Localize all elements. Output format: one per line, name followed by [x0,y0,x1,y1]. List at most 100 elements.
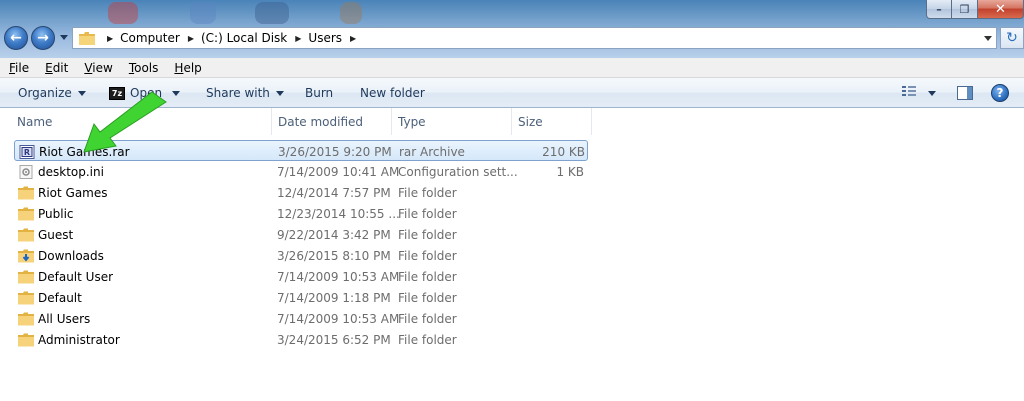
chevron-down-icon [172,90,181,96]
recent-pages-dropdown[interactable] [60,35,68,40]
file-row[interactable]: Public 12/23/2014 10:55 ... File folder [14,203,588,224]
file-type: File folder [398,185,457,200]
refresh-icon: ↻ [1006,30,1018,46]
menu-label: ile [15,60,30,75]
file-date-modified: 7/14/2009 10:53 AM [277,269,400,284]
breadcrumb-users[interactable]: Users [308,31,342,45]
address-history-dropdown[interactable] [984,36,992,41]
chevron-right-icon: ▶ [295,33,302,43]
file-type: Configuration sett... [398,164,518,179]
breadcrumb-computer[interactable]: Computer [120,31,180,45]
svg-text:R: R [24,148,30,157]
breadcrumb-item[interactable]: ▶ Computer [99,31,180,45]
file-name: Riot Games [38,185,108,200]
menu-view[interactable]: View [75,61,119,75]
file-size [518,329,584,350]
file-name: Administrator [38,332,120,347]
chevron-down-icon [275,90,284,96]
back-arrow-icon: ← [10,30,22,46]
view-options-icon[interactable] [902,86,916,98]
chevron-right-icon: ▶ [107,33,114,43]
folder-icon [18,333,34,347]
file-date-modified: 7/14/2009 1:18 PM [277,290,391,305]
file-size [518,182,584,203]
menu-edit[interactable]: Edit [36,61,75,75]
folder-icon [18,207,34,221]
file-type: File folder [398,248,457,263]
file-name-cell: Default [18,287,82,308]
maximize-button[interactable]: ❐ [952,0,978,19]
file-row[interactable]: desktop.ini 7/14/2009 10:41 AM Configurati… [14,161,588,182]
breadcrumb-item[interactable]: ▶ (C:) Local Disk [180,31,287,45]
chevron-down-icon[interactable] [928,91,936,96]
preview-pane-icon[interactable] [957,86,973,100]
maximize-icon: ❐ [959,2,970,16]
file-date-modified: 7/14/2009 10:41 AM [277,164,400,179]
file-name: Guest [38,227,74,242]
new-folder-button[interactable]: New folder [360,78,425,108]
menu-file[interactable]: File [0,61,36,75]
breadcrumb-item[interactable]: ▶ Users ▶ [287,31,363,45]
file-name: Downloads [38,248,104,263]
file-size [518,308,584,329]
file-name-cell: Riot Games [18,182,108,203]
file-row[interactable]: Guest 9/22/2014 3:42 PM File folder [14,224,588,245]
file-name-cell: Administrator [18,329,120,350]
window-controls: – ❐ ✕ [926,0,1024,19]
file-name: Public [38,206,74,221]
menu-tools[interactable]: Tools [120,61,166,75]
file-name-cell: Guest [18,224,73,245]
background-blur-icon [255,2,289,24]
file-date-modified: 7/14/2009 10:53 AM [277,311,400,326]
organize-button[interactable]: Organize [18,78,86,108]
column-header-type[interactable]: Type [392,108,512,135]
file-name: All Users [38,311,91,326]
file-type: File folder [398,206,457,221]
folder-icon [18,291,34,305]
file-size [518,245,584,266]
menu-label: dit [52,60,69,75]
minimize-button[interactable]: – [926,0,952,19]
file-date-modified: 12/4/2014 7:57 PM [277,185,391,200]
file-row[interactable]: All Users 7/14/2009 10:53 AM File folder [14,308,588,329]
file-type: File folder [398,332,457,347]
new-folder-label: New folder [360,86,425,100]
background-blur-icon [190,2,216,24]
breadcrumb-local-disk[interactable]: (C:) Local Disk [201,31,287,45]
file-row[interactable]: Administrator 3/24/2015 6:52 PM File folde… [14,329,588,350]
file-size: 1 KB [556,164,584,179]
close-button[interactable]: ✕ [978,0,1024,19]
downloads-folder-icon [18,249,34,263]
file-type: File folder [398,227,457,242]
share-with-label: Share with [206,86,270,100]
column-label: Date modified [278,114,364,129]
file-date-modified: 3/26/2015 8:10 PM [277,248,391,263]
file-row[interactable]: Default User 7/14/2009 10:53 AM File folde… [14,266,588,287]
share-with-button[interactable]: Share with [206,78,284,108]
column-header-size[interactable]: Size [512,108,592,135]
close-icon: ✕ [995,1,1006,17]
file-row[interactable]: Riot Games 12/4/2014 7:57 PM File folder [14,182,588,203]
file-row[interactable]: Downloads 3/26/2015 8:10 PM File folder [14,245,588,266]
column-header-date-modified[interactable]: Date modified [272,108,392,135]
file-size [518,224,584,245]
forward-button[interactable]: → [31,26,55,50]
folder-icon [18,270,34,284]
file-date-modified: 3/26/2015 9:20 PM [278,144,392,159]
minimize-icon: – [936,2,942,16]
help-icon[interactable]: ? [991,84,1009,102]
folder-icon [18,312,34,326]
burn-button[interactable]: Burn [305,78,333,108]
menu-help[interactable]: Help [165,61,208,75]
column-label: Size [518,114,543,129]
refresh-button[interactable]: ↻ [1000,27,1024,49]
annotation-arrow-icon [83,91,167,153]
address-bar[interactable]: ▶ Computer ▶ (C:) Local Disk ▶ Users ▶ [72,27,997,49]
file-type: File folder [398,290,457,305]
back-button[interactable]: ← [4,26,28,50]
file-row[interactable]: Default 7/14/2009 1:18 PM File folder [14,287,588,308]
chevron-right-icon: ▶ [187,33,194,43]
file-date-modified: 9/22/2014 3:42 PM [277,227,391,242]
menu-accelerator: E [45,60,53,75]
forward-arrow-icon: → [37,30,49,46]
